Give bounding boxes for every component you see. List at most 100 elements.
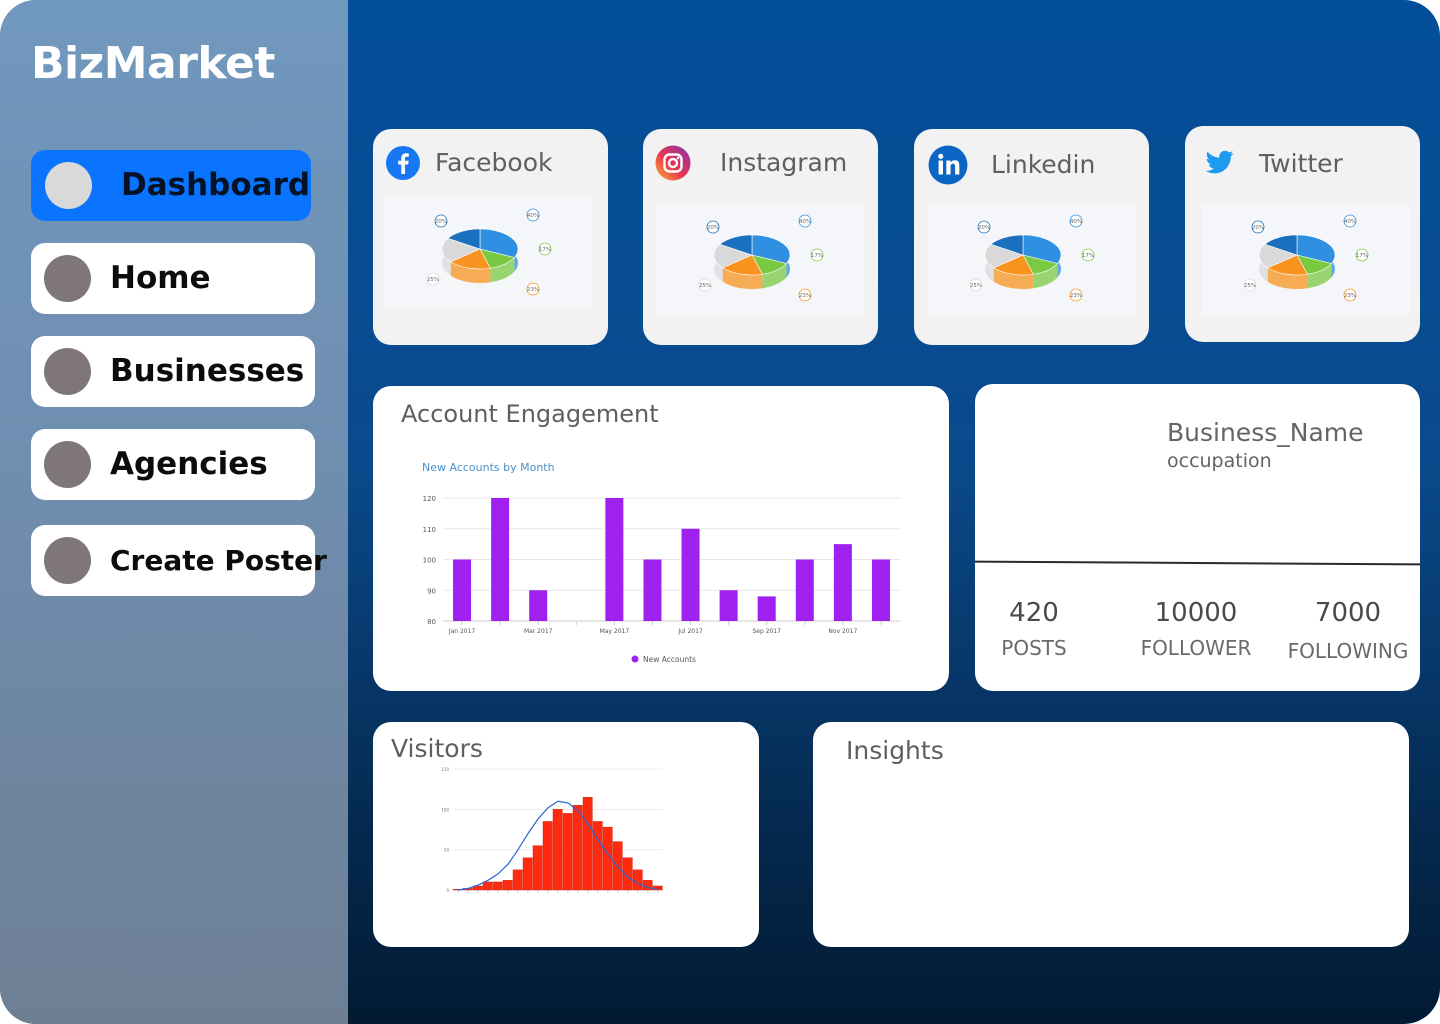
app-window: BizMarket Dashboard Home Businesses Agen… [0,0,1440,1024]
histogram-bar [612,841,623,891]
stat-value: 10000 [1154,598,1238,628]
business-name: Business_Name [1167,418,1364,447]
insights-card: Insights [813,722,1409,947]
pie-label: 23% [799,293,811,299]
sidebar-item-label: Home [110,260,211,296]
bar [491,498,510,621]
stat-posts[interactable]: 420 POSTS [993,598,1075,660]
bar [453,559,472,621]
social-name: Instagram [720,148,848,177]
y-tick-label: 120 [423,495,436,503]
twitter-icon [1205,150,1234,174]
visitors-histogram: 0 50 100 150 [441,767,663,893]
y-tick-label: 80 [427,618,436,626]
facebook-icon [386,146,420,180]
y-tick-label: 150 [441,767,449,772]
pie-label: 40% [1344,219,1356,225]
agencies-icon [44,441,91,488]
sidebar-item-label: Agencies [110,446,268,482]
histogram-bar [572,805,583,891]
pie-label: 20% [435,219,447,225]
y-tick-label: 110 [423,526,436,534]
sidebar: BizMarket Dashboard Home Businesses Agen… [0,0,348,1024]
histogram-bar [632,869,643,891]
sidebar-item-label: Businesses [110,353,305,389]
social-card-linkedin[interactable]: Linkedin 40% 17% 23% 25% 20% [914,129,1149,345]
pie-label: 25% [699,283,711,289]
histogram-bar [492,881,503,891]
social-card-instagram[interactable]: Instagram 40% 17% 23% 25% 20% [643,129,878,345]
sidebar-item-agencies[interactable]: Agencies [31,429,315,500]
sidebar-item-dashboard[interactable]: Dashboard [31,150,311,221]
social-card-twitter[interactable]: Twitter 40% 17% 23% 25% 20% [1185,126,1420,342]
stat-label: FOLLOWING [1287,639,1409,663]
histogram-bar [512,869,523,891]
stat-following[interactable]: 7000 FOLLOWING [1283,598,1413,663]
histogram-bar [552,809,563,891]
histogram-bar [542,821,553,891]
social-card-facebook[interactable]: Facebook 40% 17% 23% 25% 20% [373,129,608,345]
create-poster-icon [44,537,91,584]
account-engagement-card: Account Engagement New Accounts by Month… [373,386,949,691]
y-tick-label: 90 [427,587,436,595]
x-tick-label: Mar 2017 [524,628,553,635]
home-icon [44,255,91,302]
card-title: Insights [846,736,944,765]
y-tick-label: 50 [444,848,450,853]
x-tick-label: Jan 2017 [448,628,476,635]
stat-followers[interactable]: 10000 FOLLOWER [1135,598,1257,660]
social-name: Linkedin [991,150,1096,179]
histogram-bar [562,813,573,891]
bar [795,559,814,621]
sidebar-item-label: Create Poster [110,544,327,577]
instagram-icon [655,145,691,181]
sidebar-item-home[interactable]: Home [31,243,315,314]
bar [681,528,700,621]
pie-label: 40% [527,213,539,219]
y-tick-label: 0 [446,888,449,893]
linkedin-icon [928,145,968,185]
pie-label: 20% [1252,225,1264,231]
bar [529,590,548,621]
pie-label: 17% [1082,253,1094,259]
histogram-bar [582,797,593,891]
x-tick-label: Nov 2017 [828,628,857,635]
bar [833,544,852,621]
stat-label: FOLLOWER [1140,636,1252,660]
business-profile-card: Business_Name occupation 420 POSTS 10000… [974,384,1421,691]
histogram-bar [522,857,533,891]
x-tick-label: May 2017 [600,628,630,635]
businesses-icon [44,348,91,395]
pie-label: 23% [527,287,539,293]
pie-label: 25% [1244,283,1256,289]
pie-label: 25% [427,277,439,283]
sidebar-item-create-poster[interactable]: Create Poster [31,525,327,596]
stat-value: 420 [1009,598,1059,628]
x-tick-label: Sep 2017 [752,628,781,635]
pie-label: 17% [811,253,823,259]
pie-label: 20% [707,225,719,231]
brand-logo: BizMarket [31,38,275,89]
pie-label: 17% [539,247,551,253]
bar [871,559,890,621]
bar [605,498,624,621]
dashboard-icon [45,162,92,209]
visitors-card: Visitors 0 50 100 150 [373,722,759,947]
y-tick-label: 100 [423,557,436,565]
bar [719,590,738,621]
bar [643,559,662,621]
histogram-bar [532,845,543,891]
histogram-bar [592,821,603,891]
sidebar-item-businesses[interactable]: Businesses [31,336,315,407]
stat-value: 7000 [1314,598,1382,628]
pie-label: 20% [978,225,990,231]
pie-label: 17% [1356,253,1368,259]
engagement-pie-chart: 40% 17% 23% 25% 20% [657,203,865,315]
pie-label: 23% [1344,293,1356,299]
divider [974,560,1421,566]
pie-label: 40% [799,219,811,225]
social-name: Facebook [435,148,553,177]
business-occupation: occupation [1167,450,1272,472]
x-tick-label: Jul 2017 [677,628,703,635]
y-tick-label: 100 [441,807,449,812]
